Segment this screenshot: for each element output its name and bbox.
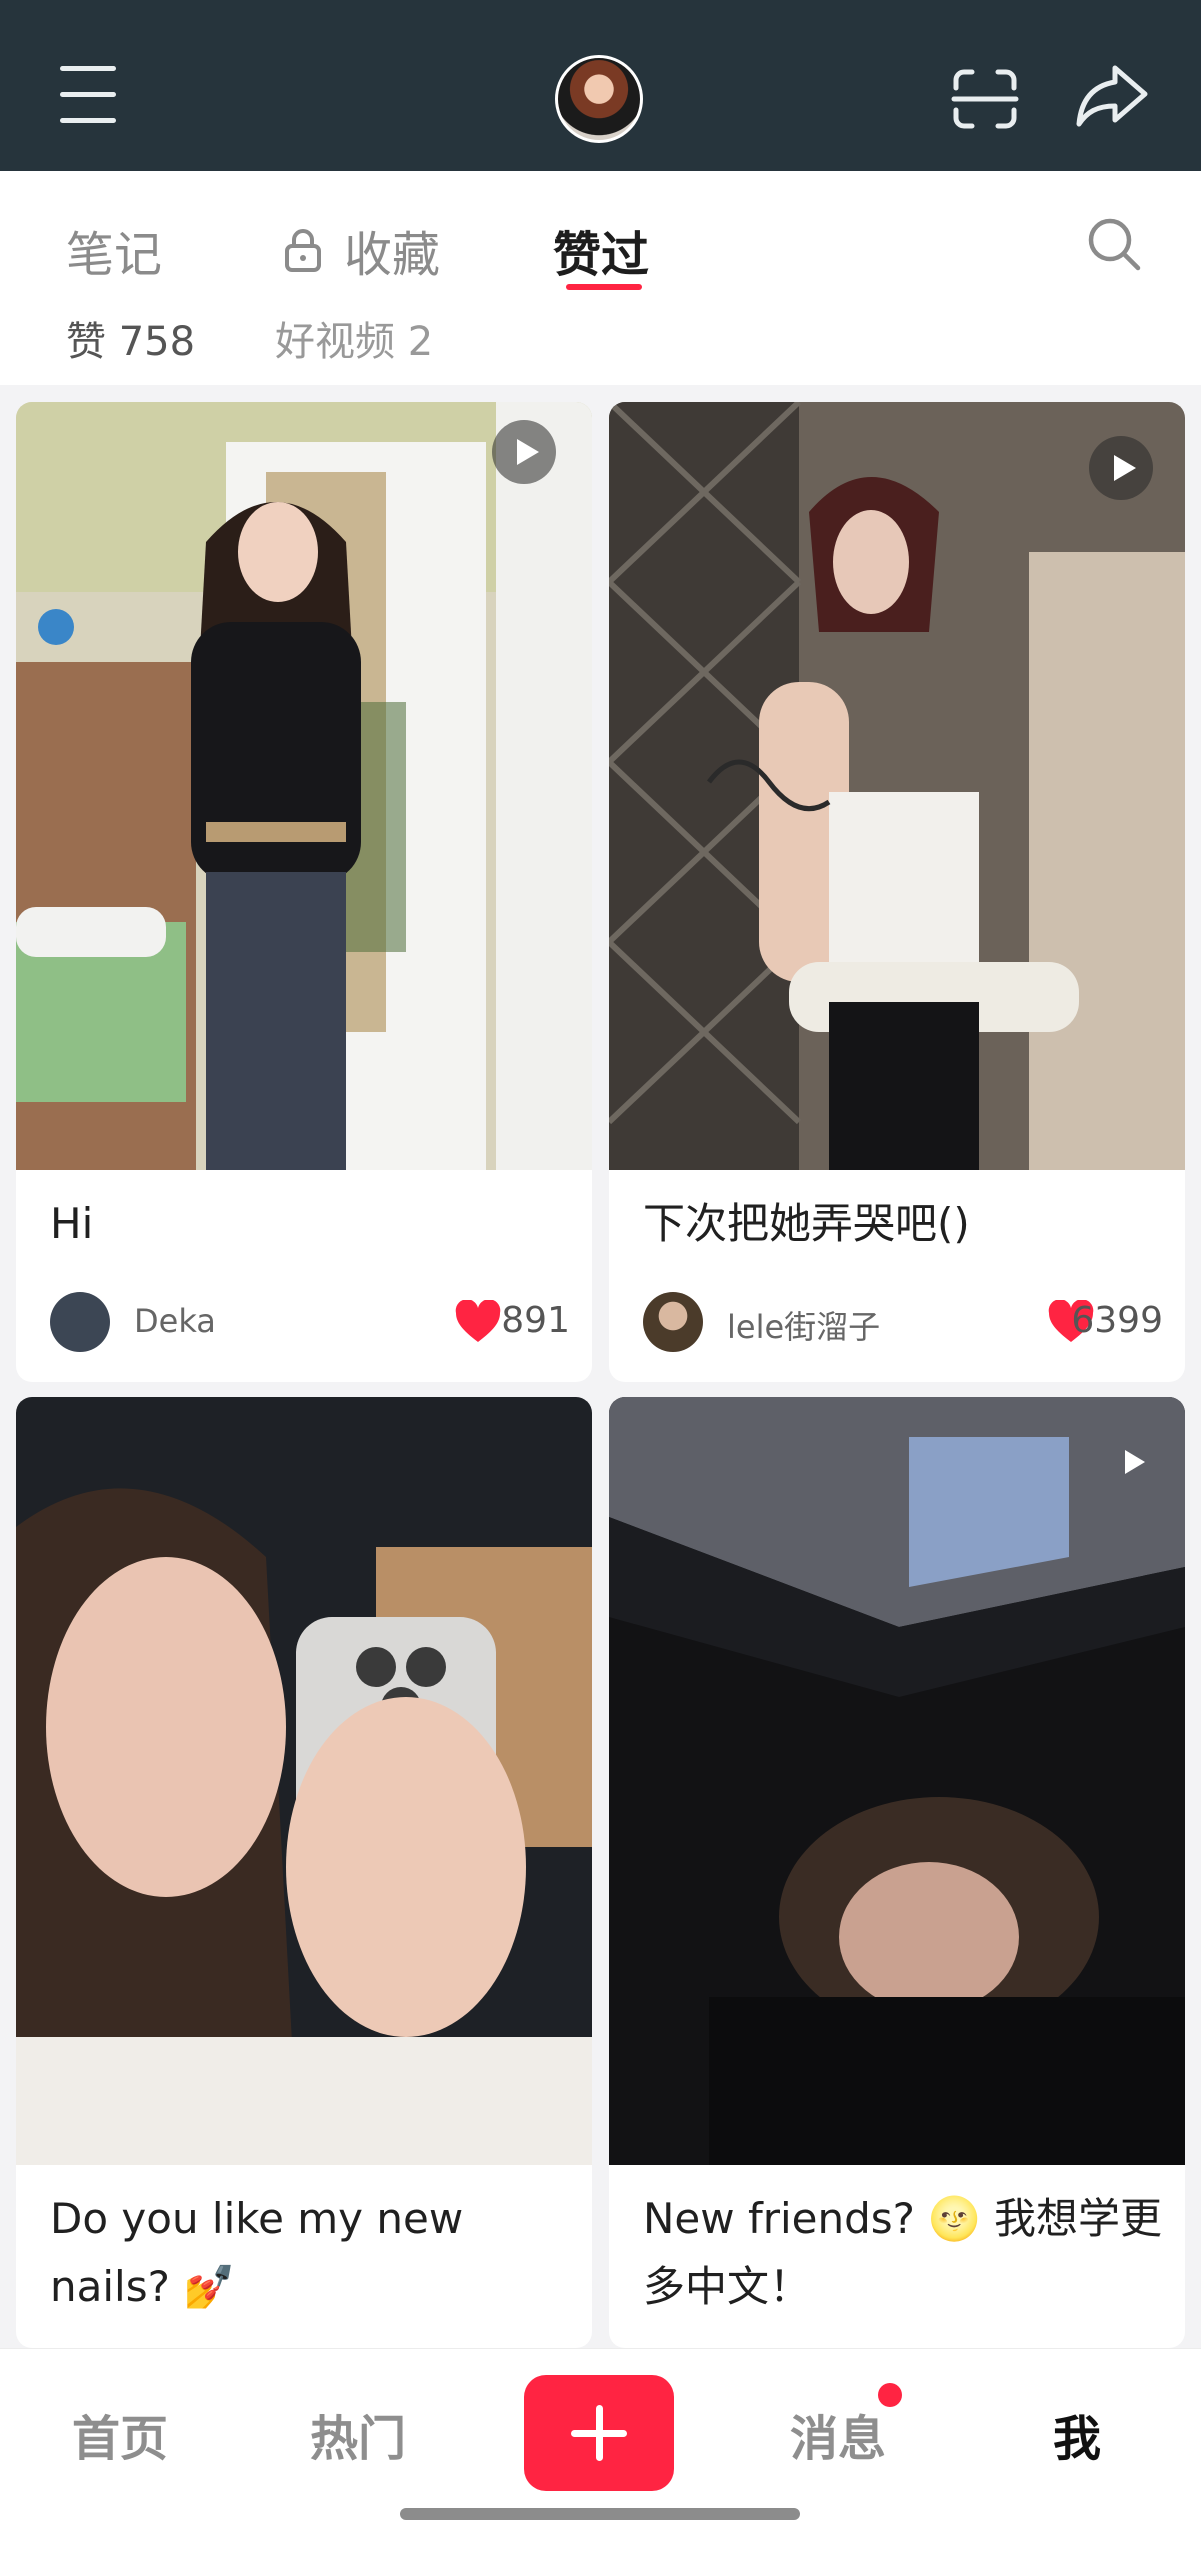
- note-title: New friends? 🌝 我想学更多中文！: [643, 2194, 1162, 2311]
- home-indicator: [400, 2508, 800, 2520]
- tab-notes[interactable]: 笔记: [66, 215, 162, 285]
- author-avatar[interactable]: [50, 1292, 110, 1352]
- profile-tabs: 笔记 收藏 赞过: [0, 171, 1201, 316]
- likes-stat: 赞 758: [66, 319, 196, 365]
- author-avatar[interactable]: [643, 1292, 703, 1352]
- note-card[interactable]: 下次把她弄哭吧() lele街溜子 6399: [609, 402, 1185, 1382]
- note-thumbnail: [16, 1397, 592, 2165]
- nav-messages[interactable]: 消息: [790, 2399, 886, 2469]
- videos-stat: 好视频 2: [275, 319, 434, 365]
- note-author-row: Deka 891: [50, 1292, 570, 1352]
- tab-liked[interactable]: 赞过: [553, 215, 649, 285]
- note-title: Do you like my new nails? 💅: [50, 2194, 464, 2311]
- tab-notes-label: 笔记: [66, 227, 163, 283]
- note-card[interactable]: New friends? 🌝 我想学更多中文！: [609, 1397, 1185, 2348]
- notification-dot: [878, 2383, 902, 2407]
- note-thumbnail: [16, 402, 592, 1170]
- nav-hot[interactable]: 热门: [310, 2399, 406, 2469]
- video-indicator-icon: [1119, 1447, 1149, 1477]
- like-count: 6399: [1071, 1300, 1163, 1341]
- top-bar: [0, 0, 1201, 171]
- note-thumbnail: [609, 402, 1185, 1170]
- like-count: 891: [501, 1300, 570, 1341]
- tab-liked-label: 赞过: [553, 227, 650, 283]
- hamburger-menu-icon[interactable]: [52, 66, 122, 126]
- note-card[interactable]: Do you like my new nails? 💅: [16, 1397, 592, 2348]
- author-name[interactable]: lele街溜子: [727, 1302, 880, 1348]
- video-indicator-icon: [492, 420, 556, 484]
- active-tab-indicator: [566, 284, 642, 290]
- scan-icon[interactable]: [950, 66, 1020, 132]
- tab-collections[interactable]: 收藏: [280, 215, 440, 285]
- heart-icon[interactable]: [454, 1300, 502, 1344]
- bottom-navigation: 首页 热门 消息 我: [0, 2348, 1201, 2551]
- note-thumbnail: [609, 1397, 1185, 2165]
- author-name[interactable]: Deka: [134, 1302, 216, 1340]
- profile-avatar[interactable]: [555, 55, 643, 143]
- lock-icon: [285, 229, 321, 272]
- note-title: Hi: [50, 1199, 94, 1248]
- video-indicator-icon: [1089, 436, 1153, 500]
- note-author-row: lele街溜子 6399: [643, 1292, 1163, 1352]
- note-card[interactable]: Hi Deka 891: [16, 402, 592, 1382]
- tab-collections-label: 收藏: [344, 227, 441, 283]
- nav-home[interactable]: 首页: [72, 2399, 168, 2469]
- note-title: 下次把她弄哭吧(): [643, 1199, 970, 1248]
- plus-icon[interactable]: [524, 2375, 674, 2491]
- share-icon[interactable]: [1075, 62, 1149, 128]
- nav-me[interactable]: 我: [1053, 2399, 1101, 2469]
- search-icon[interactable]: [1085, 215, 1143, 273]
- stats-row: 赞 758 好视频 2: [0, 315, 1201, 385]
